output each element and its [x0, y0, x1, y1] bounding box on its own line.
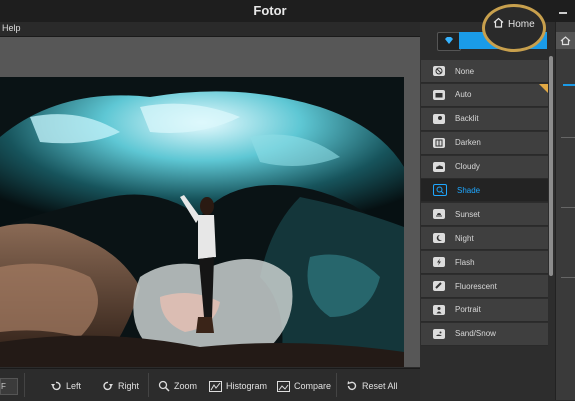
rotate-right-button[interactable]: Right: [102, 378, 139, 394]
preset-sunset[interactable]: Sunset: [421, 203, 548, 227]
preset-sand-snow[interactable]: Sand/Snow: [421, 322, 548, 346]
preset-auto[interactable]: Auto: [421, 83, 548, 107]
preset-backlit[interactable]: Backlit: [421, 107, 548, 131]
preset-label: Night: [455, 233, 474, 243]
preset-none[interactable]: None: [421, 60, 548, 83]
toolbar-divider: [336, 373, 337, 397]
home-button-callout[interactable]: Home: [482, 4, 546, 52]
histogram-icon: [209, 380, 222, 392]
preset-cloudy[interactable]: Cloudy: [421, 155, 548, 179]
minimize-button[interactable]: [553, 0, 575, 22]
sand-snow-icon: [433, 328, 445, 339]
flash-icon: [433, 257, 445, 268]
histogram-label: Histogram: [226, 381, 268, 391]
compare-label: Compare: [294, 381, 332, 391]
zoom-label: Zoom: [174, 381, 198, 391]
preset-flash[interactable]: Flash: [421, 251, 548, 275]
home-label: Home: [508, 18, 535, 30]
rotate-left-icon: [50, 380, 62, 392]
reset-all-button[interactable]: Reset All: [346, 378, 398, 394]
darken-icon: [433, 137, 445, 148]
none-icon: [433, 66, 445, 76]
side-divider: [561, 137, 575, 138]
window-title: Fotor: [253, 3, 287, 18]
preset-night[interactable]: Night: [421, 227, 548, 251]
preset-label: Auto: [455, 90, 472, 100]
menu-help[interactable]: Help: [2, 23, 21, 33]
side-accent-mark: [563, 84, 575, 86]
compare-icon: [277, 380, 290, 392]
home-icon: [560, 36, 571, 46]
preset-label: Cloudy: [455, 162, 480, 172]
preset-fluorescent[interactable]: Fluorescent: [421, 275, 548, 299]
preset-portrait[interactable]: Portrait: [421, 298, 548, 322]
preset-label: None: [455, 66, 475, 76]
scene-presets-list: None Auto Backlit Darken Cloudy Shade Su…: [421, 60, 548, 347]
preset-label: Sand/Snow: [455, 329, 496, 339]
zoom-select[interactable]: F: [0, 378, 18, 395]
bottom-toolbar: F Left Right Zoom Histogram Compare Rese…: [0, 368, 420, 401]
presets-scrollbar[interactable]: [549, 56, 553, 276]
toolbar-divider: [24, 373, 25, 397]
preset-label: Sunset: [455, 209, 480, 219]
home-button[interactable]: Home: [493, 17, 535, 31]
preset-darken[interactable]: Darken: [421, 131, 548, 155]
side-panel-strip: [555, 22, 575, 400]
preset-label: Fluorescent: [455, 281, 497, 291]
reset-icon: [346, 380, 358, 392]
rotate-left-button[interactable]: Left: [50, 378, 81, 394]
minimize-icon: [559, 12, 567, 14]
portrait-icon: [433, 304, 445, 315]
side-divider: [561, 207, 575, 208]
preset-label: Darken: [455, 138, 481, 148]
home-icon: [493, 17, 504, 31]
preset-label: Flash: [455, 257, 475, 267]
preset-label: Shade: [457, 185, 481, 195]
preset-label: Backlit: [455, 114, 479, 124]
compare-button[interactable]: Compare: [277, 378, 331, 394]
premium-badge: [539, 83, 548, 93]
menu-bar: Help: [0, 22, 420, 37]
zoom-icon: [158, 380, 170, 392]
preset-label: Portrait: [455, 305, 481, 315]
sunset-icon: [433, 209, 445, 220]
rotate-right-label: Right: [118, 381, 140, 391]
side-divider: [561, 277, 575, 278]
night-icon: [433, 233, 445, 244]
photo-preview: [0, 77, 404, 367]
zoom-select-value: F: [1, 382, 6, 391]
cloudy-icon: [433, 161, 445, 172]
camera-auto-icon: [433, 89, 445, 100]
shade-icon: [433, 184, 447, 197]
fluorescent-icon: [433, 281, 445, 292]
premium-button[interactable]: [437, 32, 461, 51]
backlit-icon: [433, 113, 445, 124]
rotate-left-label: Left: [66, 381, 82, 391]
rotate-right-icon: [102, 380, 114, 392]
toolbar-divider: [148, 373, 149, 397]
histogram-button[interactable]: Histogram: [209, 378, 267, 394]
reset-all-label: Reset All: [362, 381, 398, 391]
zoom-button[interactable]: Zoom: [158, 378, 197, 394]
canvas-area: [0, 37, 420, 367]
preset-shade[interactable]: Shade: [421, 179, 548, 203]
diamond-icon: [445, 37, 453, 44]
side-home-button[interactable]: [556, 32, 575, 49]
